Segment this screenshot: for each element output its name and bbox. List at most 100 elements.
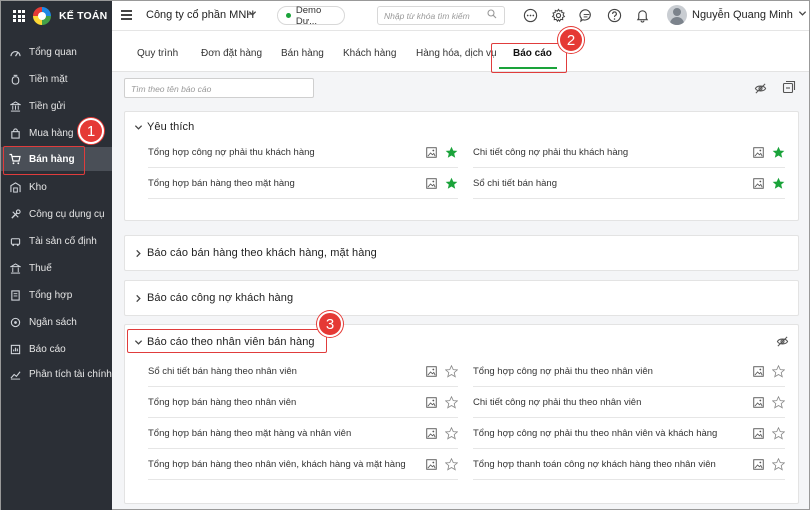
company-selector[interactable]: Công ty cổ phần MNH bbox=[146, 9, 254, 21]
report-search-input[interactable]: Tìm theo tên báo cáo bbox=[124, 78, 314, 98]
chevron-right-icon[interactable] bbox=[134, 249, 143, 258]
report-name[interactable]: Tổng hợp bán hàng theo nhân viên, khách … bbox=[148, 459, 426, 470]
report-name[interactable]: Tổng hợp bán hàng theo mặt hàng bbox=[148, 178, 426, 189]
image-icon[interactable] bbox=[426, 178, 437, 189]
star-outline-icon[interactable] bbox=[444, 395, 459, 409]
menu-icon[interactable] bbox=[121, 10, 132, 20]
collapse-all-icon[interactable] bbox=[782, 80, 796, 97]
report-name[interactable]: Tổng hợp thanh toán công nợ khách hàng t… bbox=[473, 459, 753, 470]
report-row[interactable]: Tổng hợp bán hàng theo nhân viên bbox=[148, 388, 459, 418]
star-filled-icon[interactable] bbox=[772, 177, 785, 190]
image-icon[interactable] bbox=[426, 147, 437, 158]
bell-icon[interactable] bbox=[635, 8, 650, 23]
sidebar-item-kho[interactable]: Kho bbox=[1, 175, 112, 199]
section-customer-debt[interactable]: Báo cáo công nợ khách hàng bbox=[124, 280, 799, 316]
sidebar-item-tong-quan[interactable]: Tổng quan bbox=[1, 40, 112, 64]
more-options-icon[interactable] bbox=[523, 8, 538, 23]
image-icon[interactable] bbox=[426, 459, 437, 470]
image-icon[interactable] bbox=[753, 147, 764, 158]
report-name[interactable]: Tổng hợp bán hàng theo mặt hàng và nhân … bbox=[148, 428, 426, 439]
star-outline-icon[interactable] bbox=[444, 457, 459, 471]
help-icon[interactable] bbox=[607, 8, 622, 23]
section-favorites: Yêu thích Tổng hợp công nợ phải thu khác… bbox=[124, 111, 799, 221]
image-icon[interactable] bbox=[753, 459, 764, 470]
report-name[interactable]: Tổng hợp công nợ phải thu theo nhân viên bbox=[473, 366, 753, 377]
report-row[interactable]: Tổng hợp bán hàng theo mặt hàng và nhân … bbox=[148, 419, 459, 449]
tab-khach-hang[interactable]: Khách hàng bbox=[343, 48, 396, 59]
report-row[interactable]: Tổng hợp thanh toán công nợ khách hàng t… bbox=[473, 450, 786, 480]
section-title[interactable]: Báo cáo bán hàng theo khách hàng, mặt hà… bbox=[147, 247, 377, 259]
report-name[interactable]: Chi tiết công nợ phải thu khách hàng bbox=[473, 147, 753, 158]
tab-hang-hoa-dich-vu[interactable]: Hàng hóa, dịch vụ bbox=[416, 48, 497, 59]
star-filled-icon[interactable] bbox=[445, 146, 458, 159]
image-icon[interactable] bbox=[426, 366, 437, 377]
brand-name: KẾ TOÁN bbox=[59, 10, 108, 22]
chevron-down-icon[interactable] bbox=[248, 9, 257, 20]
star-outline-icon[interactable] bbox=[444, 364, 459, 378]
report-row[interactable]: Tổng hợp bán hàng theo nhân viên, khách … bbox=[148, 450, 459, 480]
tab-quy-trinh[interactable]: Quy trình bbox=[137, 48, 178, 59]
report-row[interactable]: Sổ chi tiết bán hàng theo nhân viên bbox=[148, 357, 459, 387]
image-icon[interactable] bbox=[753, 178, 764, 189]
star-filled-icon[interactable] bbox=[772, 146, 785, 159]
image-icon[interactable] bbox=[753, 397, 764, 408]
apps-grid-icon[interactable] bbox=[13, 10, 25, 22]
sidebar-item-cong-cu[interactable]: Công cụ dụng cụ bbox=[1, 202, 112, 226]
avatar[interactable] bbox=[667, 5, 687, 25]
tab-don-dat-hang[interactable]: Đơn đặt hàng bbox=[201, 48, 262, 59]
image-icon[interactable] bbox=[426, 397, 437, 408]
gear-icon[interactable] bbox=[551, 8, 566, 23]
sidebar-item-tien-mat[interactable]: Tiền mặt bbox=[1, 67, 112, 91]
star-outline-icon[interactable] bbox=[771, 364, 786, 378]
chevron-down-icon[interactable] bbox=[134, 123, 143, 132]
report-row[interactable]: Tổng hợp công nợ phải thu khách hàng bbox=[148, 138, 458, 168]
report-name[interactable]: Sổ chi tiết bán hàng theo nhân viên bbox=[148, 366, 426, 377]
chevron-right-icon[interactable] bbox=[134, 294, 143, 303]
image-icon[interactable] bbox=[753, 428, 764, 439]
star-outline-icon[interactable] bbox=[771, 426, 786, 440]
star-outline-icon[interactable] bbox=[771, 395, 786, 409]
star-outline-icon[interactable] bbox=[771, 457, 786, 471]
main-content: Quy trình Đơn đặt hàng Bán hàng Khách hà… bbox=[112, 31, 809, 509]
bag-icon bbox=[9, 127, 21, 139]
report-name[interactable]: Tổng hợp bán hàng theo nhân viên bbox=[148, 397, 426, 408]
sidebar-item-label: Ngân sách bbox=[29, 316, 77, 328]
database-selector[interactable]: Demo Dư... bbox=[277, 5, 345, 27]
callout-number-3: 3 bbox=[317, 311, 343, 337]
sidebar-item-thue[interactable]: Thuế bbox=[1, 256, 112, 280]
report-row[interactable]: Tổng hợp công nợ phải thu theo nhân viên bbox=[473, 357, 786, 387]
hide-icon[interactable] bbox=[754, 82, 767, 98]
report-row[interactable]: Sổ chi tiết bán hàng bbox=[473, 169, 785, 199]
report-name[interactable]: Sổ chi tiết bán hàng bbox=[473, 178, 753, 189]
section-by-staff: Báo cáo theo nhân viên bán hàng Sổ chi t… bbox=[124, 324, 799, 504]
sidebar-item-bao-cao[interactable]: Báo cáo bbox=[1, 337, 112, 361]
section-title[interactable]: Báo cáo công nợ khách hàng bbox=[147, 292, 293, 304]
report-name[interactable]: Tổng hợp công nợ phải thu khách hàng bbox=[148, 147, 426, 158]
section-by-customer[interactable]: Báo cáo bán hàng theo khách hàng, mặt hà… bbox=[124, 235, 799, 271]
sidebar-item-tai-san[interactable]: Tài sản cố định bbox=[1, 229, 112, 253]
global-search-input[interactable]: Nhập từ khóa tìm kiếm bbox=[377, 6, 505, 25]
image-icon[interactable] bbox=[426, 428, 437, 439]
star-filled-icon[interactable] bbox=[445, 177, 458, 190]
sidebar-item-ngan-sach[interactable]: Ngân sách bbox=[1, 310, 112, 334]
sidebar-item-tong-hop[interactable]: Tổng hợp bbox=[1, 283, 112, 307]
hide-icon[interactable] bbox=[776, 335, 789, 351]
image-icon[interactable] bbox=[753, 366, 764, 377]
report-name[interactable]: Chi tiết công nợ phải thu theo nhân viên bbox=[473, 397, 753, 408]
budget-icon bbox=[9, 316, 21, 328]
chat-icon[interactable] bbox=[579, 8, 594, 23]
section-title[interactable]: Yêu thích bbox=[147, 121, 194, 133]
report-row[interactable]: Tổng hợp bán hàng theo mặt hàng bbox=[148, 169, 458, 199]
chevron-down-icon[interactable] bbox=[798, 9, 807, 20]
report-name[interactable]: Tổng hợp công nợ phải thu theo nhân viên… bbox=[473, 428, 753, 439]
user-name[interactable]: Nguyễn Quang Minh bbox=[692, 9, 793, 21]
star-outline-icon[interactable] bbox=[444, 426, 459, 440]
sidebar-item-tien-gui[interactable]: Tiền gửi bbox=[1, 94, 112, 118]
report-row[interactable]: Tổng hợp công nợ phải thu theo nhân viên… bbox=[473, 419, 786, 449]
report-row[interactable]: Chi tiết công nợ phải thu khách hàng bbox=[473, 138, 785, 168]
report-row[interactable]: Chi tiết công nợ phải thu theo nhân viên bbox=[473, 388, 786, 418]
tab-ban-hang[interactable]: Bán hàng bbox=[281, 48, 324, 59]
dashboard-icon bbox=[9, 46, 21, 58]
sidebar-item-phan-tich[interactable]: Phân tích tài chính bbox=[1, 362, 112, 386]
search-icon[interactable] bbox=[487, 9, 497, 19]
